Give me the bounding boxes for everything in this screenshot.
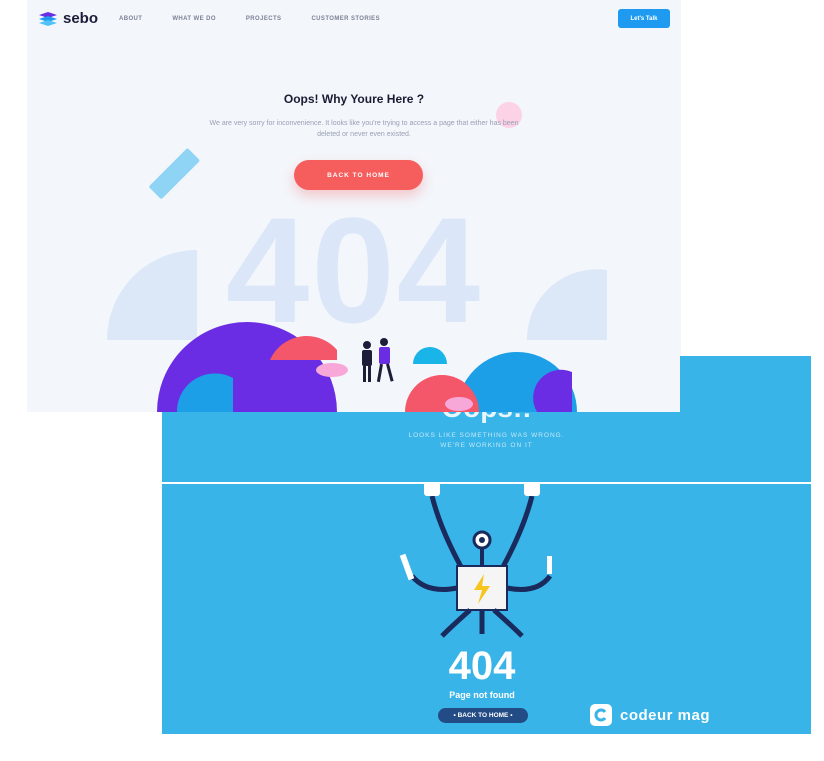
nav-projects[interactable]: PROJECTS <box>246 16 282 22</box>
back-to-home-button[interactable]: BACK TO HOME <box>294 160 423 190</box>
robot-illustration <box>399 482 553 638</box>
page-not-found-text: Page not found <box>449 690 515 700</box>
nav-customer-stories[interactable]: CUSTOMER STORIES <box>311 16 380 22</box>
page-title: Oops! Why Youre Here ? <box>283 92 425 106</box>
blue-bar <box>149 148 200 199</box>
background-404: 404 <box>225 186 483 354</box>
left-claw <box>424 482 440 496</box>
subtext: LOOKS LIKE SOMETHING WAS WRONG. WE'RE WO… <box>162 431 811 451</box>
layers-icon <box>39 11 57 26</box>
nav-about[interactable]: ABOUT <box>119 16 142 22</box>
oops-heading: Oops!! <box>162 412 811 424</box>
back-to-home-button-2[interactable]: • BACK TO HOME • <box>438 708 528 723</box>
top-nav: sebo ABOUT WHAT WE DO PROJECTS CUSTOMER … <box>27 0 681 40</box>
error-code: 404 <box>448 644 516 688</box>
subtext-line-2: WE'RE WORKING ON IT <box>440 442 533 449</box>
screwdriver-icon <box>399 553 415 581</box>
codeur-mag-404-screenshot: Oops!! LOOKS LIKE SOMETHING WAS WRONG. W… <box>162 356 811 734</box>
codeur-mag-logo: codeur mag <box>590 704 710 726</box>
blue-panel: Oops!! LOOKS LIKE SOMETHING WAS WRONG. W… <box>162 412 811 734</box>
panel-top-strip <box>680 356 811 412</box>
page-description: We are very sorry for inconvenience. It … <box>209 120 519 138</box>
lets-talk-button[interactable]: Let's Talk <box>618 9 670 28</box>
brand-name-2: codeur mag <box>620 706 711 724</box>
right-claw <box>524 482 540 496</box>
nav-what-we-do[interactable]: WHAT WE DO <box>172 16 216 22</box>
brand-name: sebo <box>63 10 99 27</box>
sebo-logo[interactable]: sebo <box>39 10 98 27</box>
nav-links: ABOUT WHAT WE DO PROJECTS CUSTOMER STORI… <box>119 16 410 22</box>
subtext-line-1: LOOKS LIKE SOMETHING WAS WRONG. <box>408 432 565 439</box>
sebo-404-screenshot: sebo ABOUT WHAT WE DO PROJECTS CUSTOMER … <box>27 0 681 412</box>
wrench-icon <box>547 556 552 574</box>
c-logo-icon <box>590 704 612 726</box>
